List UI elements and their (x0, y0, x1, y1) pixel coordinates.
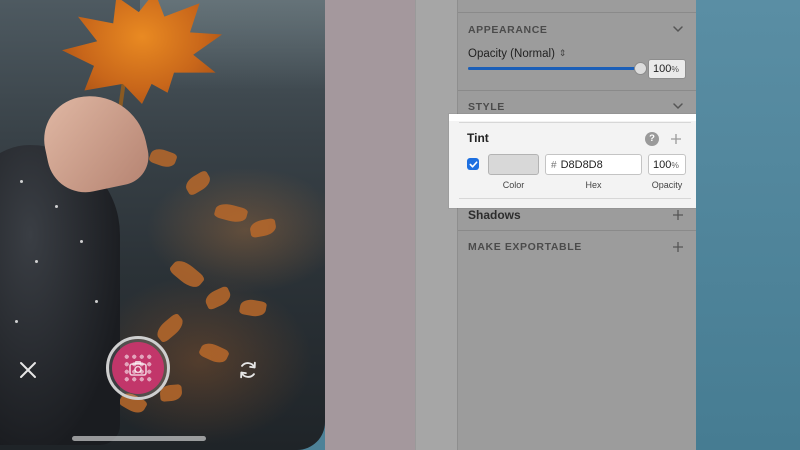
tint-opacity-value: 100 (653, 159, 672, 171)
divider (458, 230, 697, 231)
fallen-leaf (248, 217, 278, 239)
fallen-leaf (238, 297, 268, 319)
fallen-leaf (182, 169, 214, 197)
opacity-slider-knob[interactable] (634, 62, 647, 75)
opacity-caption: Opacity (651, 180, 683, 190)
opacity-label-text: Opacity (Normal) (468, 48, 555, 60)
snow-fleck (35, 260, 38, 263)
fallen-leaf (168, 256, 206, 292)
divider (459, 198, 691, 199)
appearance-header: APPEARANCE (468, 24, 548, 36)
close-icon (20, 362, 36, 378)
switch-camera-button[interactable] (234, 356, 262, 384)
chevron-down-icon[interactable] (672, 100, 684, 112)
chevron-down-icon[interactable] (672, 23, 684, 35)
opacity-blend-label[interactable]: Opacity (Normal) ⇕ (468, 48, 566, 60)
tint-hex-value: D8D8D8 (560, 159, 603, 171)
tint-color-swatch[interactable] (488, 154, 539, 175)
tint-opacity-unit: % (671, 160, 679, 170)
snow-fleck (55, 205, 58, 208)
tint-enabled-checkbox[interactable] (467, 158, 479, 170)
up-down-icon: ⇕ (558, 48, 567, 59)
fallen-leaf (197, 339, 231, 367)
canvas-gutter (415, 0, 457, 450)
sleeve (0, 145, 120, 445)
desktop-backdrop (696, 0, 800, 450)
add-shadow-icon[interactable] (672, 209, 684, 221)
opacity-input-value: 100 (653, 63, 672, 75)
opacity-input-unit: % (671, 64, 679, 74)
tint-section: Tint ? # D8D8D8 100% Color Hex Opacity (449, 114, 703, 208)
hex-hash: # (551, 160, 557, 171)
home-indicator (72, 436, 206, 441)
tint-card-top (449, 114, 696, 121)
checkmark-icon (469, 160, 477, 168)
make-exportable-header: MAKE EXPORTABLE (468, 241, 582, 253)
opacity-slider-fill (468, 67, 640, 70)
snow-fleck (20, 180, 23, 183)
snow-fleck (95, 300, 98, 303)
add-tint-icon[interactable] (670, 133, 682, 145)
divider (459, 122, 691, 123)
add-export-icon[interactable] (672, 241, 684, 253)
snow-fleck (80, 240, 83, 243)
fallen-leaf (213, 201, 249, 225)
help-button[interactable]: ? (645, 132, 659, 146)
divider (458, 12, 697, 13)
opacity-slider[interactable] (468, 62, 647, 75)
fallen-leaf (202, 285, 234, 311)
shadows-label: Shadows (468, 208, 521, 222)
switch-camera-icon (240, 361, 256, 379)
opacity-input[interactable]: 100% (648, 59, 686, 79)
hex-caption: Hex (585, 180, 602, 190)
artboard-canvas (325, 0, 415, 450)
tint-title: Tint (467, 131, 489, 145)
shutter-inner (112, 342, 164, 394)
fallen-leaf (153, 312, 187, 344)
style-header: STYLE (468, 101, 505, 113)
tint-hex-input[interactable]: # D8D8D8 (545, 154, 642, 175)
camera-preview (0, 0, 325, 450)
fallen-leaf (148, 146, 178, 170)
close-button[interactable] (14, 356, 42, 384)
shutter-button[interactable] (106, 336, 170, 400)
inspector-panel: APPEARANCE Opacity (Normal) ⇕ 100% STYLE … (457, 0, 697, 450)
color-caption: Color (502, 180, 525, 190)
camera-icon (129, 361, 147, 376)
divider (458, 90, 697, 91)
snow-fleck (15, 320, 18, 323)
tint-opacity-input[interactable]: 100% (648, 154, 686, 175)
